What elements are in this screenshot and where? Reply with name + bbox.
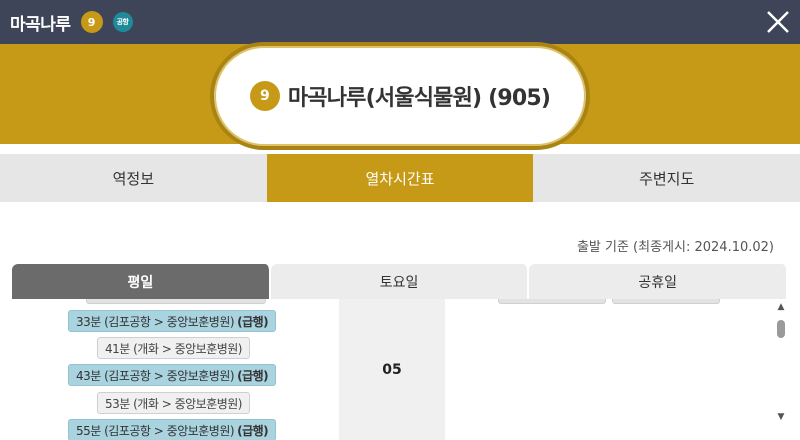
partial-entry	[498, 299, 606, 304]
train-entry: 33분 (김포공항 > 중앙보훈병원) (급행)	[68, 310, 277, 332]
station-line-badge: 9	[249, 81, 280, 111]
express-tag: (급행)	[237, 368, 269, 383]
window-title: 마곡나루	[10, 14, 71, 35]
scroll-down-arrow-icon[interactable]: ▼	[776, 412, 786, 422]
tab-timetable[interactable]: 열차시간표	[266, 154, 534, 202]
timetable-basis-text: 출발 기준 (최종게시: 2024.10.02)	[576, 240, 774, 255]
station-name: 마곡나루(서울식물원) (905)	[287, 86, 551, 111]
tab-nearby-map[interactable]: 주변지도	[533, 154, 800, 202]
train-entry: 53분 (개화 > 중앙보훈병원)	[97, 392, 250, 414]
station-name-card: 9 마곡나루(서울식물원) (905)	[210, 42, 590, 150]
close-icon[interactable]	[764, 8, 792, 36]
partial-entry	[612, 299, 720, 304]
train-entry-text: 43분 (김포공항 > 중앙보훈병원)	[76, 368, 235, 383]
timetable-list: 05 33분 (김포공항 > 중앙보훈병원) (급행) 41분 (개화 > 중앙…	[12, 299, 788, 440]
line-9-badge: 9	[80, 11, 103, 33]
timetable-scrollbar[interactable]: ▲ ▼	[776, 300, 786, 430]
train-entry: 55분 (김포공항 > 중앙보훈병원) (급행)	[68, 419, 277, 440]
express-tag: (급행)	[237, 314, 269, 329]
tab-station-info[interactable]: 역정보	[0, 154, 267, 202]
train-entry-text: 55분 (김포공항 > 중앙보훈병원)	[76, 423, 235, 438]
train-entry: 41분 (개화 > 중앙보훈병원)	[97, 337, 250, 359]
main-tabs: 역정보 열차시간표 주변지도	[0, 154, 800, 202]
tab-weekday[interactable]: 평일	[12, 264, 271, 299]
partial-entry	[86, 299, 266, 304]
hour-cell: 05	[339, 299, 445, 440]
train-entry-text: 53분 (개화 > 중앙보훈병원)	[105, 396, 243, 411]
airport-line-badge: 공항	[112, 12, 133, 32]
tab-holiday[interactable]: 공휴일	[529, 264, 789, 299]
scroll-thumb[interactable]	[777, 320, 785, 338]
title-bar: 마곡나루 9 공항	[0, 0, 800, 44]
train-entry-text: 41분 (개화 > 중앙보훈병원)	[105, 341, 243, 356]
train-entry-text: 33분 (김포공항 > 중앙보훈병원)	[76, 314, 235, 329]
express-tag: (급행)	[237, 423, 269, 438]
scroll-up-arrow-icon[interactable]: ▲	[776, 302, 786, 312]
train-entry: 43분 (김포공항 > 중앙보훈병원) (급행)	[68, 364, 277, 386]
day-tabs: 평일 토요일 공휴일	[12, 264, 789, 299]
tab-saturday[interactable]: 토요일	[270, 264, 530, 299]
